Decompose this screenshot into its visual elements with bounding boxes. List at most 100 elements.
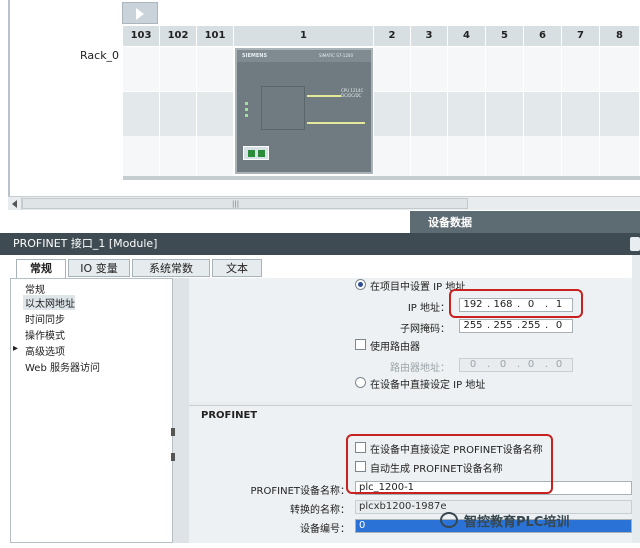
nav-general[interactable]: 常规 [25, 281, 45, 296]
slot-cell[interactable] [600, 92, 640, 136]
slot-cell[interactable] [562, 136, 600, 176]
expand-arrow-icon[interactable]: ▸ [13, 343, 18, 354]
io-led-strip [307, 95, 341, 97]
slot-header: 5 [486, 26, 524, 46]
tab-system-constants[interactable]: 系统常数 [132, 259, 210, 277]
status-led [245, 102, 248, 105]
use-router-checkbox[interactable] [355, 339, 366, 350]
vertical-scrollbar[interactable] [632, 255, 640, 543]
status-led [245, 114, 248, 117]
horizontal-scrollbar[interactable]: ||| [8, 196, 640, 210]
tab-texts[interactable]: 文本 [212, 259, 262, 277]
slot-cell[interactable] [486, 47, 524, 91]
properties-title: PROFINET 接口_1 [Module] [0, 233, 640, 255]
slot-cell[interactable] [411, 136, 448, 176]
slot-cell[interactable] [197, 47, 234, 91]
router-octet: 0 [469, 359, 477, 370]
subnet-mask-field[interactable]: 255 . 255 . 255 . 0 [459, 319, 573, 333]
splitter-grip-icon [171, 453, 175, 461]
cpu-top-strip: SIEMENS SIMATIC S7-1200 [237, 50, 371, 62]
subnet-mask-label: 子网掩码： [400, 324, 450, 335]
expand-slots-button[interactable] [122, 2, 158, 24]
slot-cell[interactable] [197, 92, 234, 136]
info-icon[interactable] [630, 237, 640, 251]
slot-cell[interactable] [160, 47, 197, 91]
slot-header: 6 [524, 26, 562, 46]
slot-cell[interactable] [448, 92, 486, 136]
slot-cell[interactable] [374, 47, 411, 91]
panel-splitter[interactable] [171, 278, 189, 543]
router-octet: 0 [527, 359, 535, 370]
profinet-port-icon[interactable] [243, 146, 269, 160]
tab-general[interactable]: 常规 [16, 259, 66, 279]
slot-header: 4 [448, 26, 486, 46]
slot-cell[interactable] [524, 47, 562, 91]
rack-rail [123, 176, 640, 180]
router-octet: 0 [555, 359, 563, 370]
slot-cell[interactable] [374, 92, 411, 136]
device-number-label: 设备编号： [300, 524, 350, 535]
nav-time-sync[interactable]: 时间同步 [25, 311, 65, 326]
nav-operating-mode[interactable]: 操作模式 [25, 327, 65, 342]
slot-header: 2 [374, 26, 411, 46]
slot-cell[interactable] [160, 92, 197, 136]
highlight-box [449, 289, 583, 318]
highlight-box [346, 434, 553, 494]
status-led [245, 108, 248, 111]
grip-icon: ||| [232, 200, 240, 208]
slot-cell[interactable] [160, 136, 197, 176]
cpu-model: SIMATIC S7-1200 [319, 53, 353, 58]
radio-set-ip-in-device-label: 在设备中直接设定 IP 地址 [370, 380, 486, 391]
nav-web-server[interactable]: Web 服务器访问 [25, 359, 100, 374]
chevron-right-icon [136, 8, 144, 20]
cpu-label: CPU 1214C DC/DC/DC [341, 88, 363, 98]
slot-cell[interactable] [448, 136, 486, 176]
slot-cell[interactable] [411, 92, 448, 136]
profinet-heading: PROFINET [201, 410, 258, 421]
slot-cell[interactable] [123, 92, 160, 136]
mask-octet: 255 [493, 320, 513, 331]
io-led-strip [307, 122, 365, 124]
scroll-left-icon[interactable] [8, 197, 22, 210]
cpu-label-line: DC/DC/DC [341, 93, 362, 98]
view-splitter [0, 211, 410, 233]
rack-name: Rack_0 [80, 49, 120, 62]
slot-header: 103 [123, 26, 160, 46]
slot-cell[interactable] [448, 47, 486, 91]
splitter-grip-icon [171, 428, 175, 436]
mask-octet: 0 [555, 320, 563, 331]
watermark-text: 智控教育PLC培训 [464, 515, 570, 530]
slot-cell[interactable] [374, 136, 411, 176]
slot-header: 102 [160, 26, 197, 46]
use-router-label: 使用路由器 [370, 342, 420, 353]
nav-advanced-options[interactable]: 高级选项 [25, 343, 65, 358]
tab-io-tags[interactable]: IO 变量 [68, 259, 130, 277]
slot-cell[interactable] [123, 47, 160, 91]
slot-cell[interactable] [562, 47, 600, 91]
mask-octet: 255 [463, 320, 483, 331]
slot-header: 1 [234, 26, 374, 46]
slot-cell[interactable] [486, 136, 524, 176]
slot-header: 8 [600, 26, 640, 46]
signal-board-slot [261, 86, 305, 130]
cpu-brand: SIEMENS [242, 53, 268, 59]
nav-ethernet-address[interactable]: 以太网地址 [23, 295, 75, 310]
scroll-thumb[interactable]: ||| [22, 198, 468, 209]
slot-cell[interactable] [524, 136, 562, 176]
slot-cell[interactable] [600, 47, 640, 91]
cpu-module[interactable]: SIEMENS SIMATIC S7-1200 CPU 1214C DC/DC/… [235, 48, 373, 174]
slot-header: 7 [562, 26, 600, 46]
ip-address-label: IP 地址： [407, 303, 450, 314]
device-data-bar[interactable]: 设备数据 [410, 211, 640, 233]
slot-cell[interactable] [411, 47, 448, 91]
device-name-label: PROFINET设备名称： [250, 486, 350, 497]
radio-set-ip-in-project[interactable] [355, 279, 366, 290]
slot-cell[interactable] [197, 136, 234, 176]
radio-set-ip-in-device[interactable] [355, 377, 366, 388]
slot-cell[interactable] [486, 92, 524, 136]
slot-cell[interactable] [600, 136, 640, 176]
slot-cell[interactable] [562, 92, 600, 136]
slot-cell[interactable] [123, 136, 160, 176]
rack-frame-line [8, 0, 10, 210]
slot-cell[interactable] [524, 92, 562, 136]
